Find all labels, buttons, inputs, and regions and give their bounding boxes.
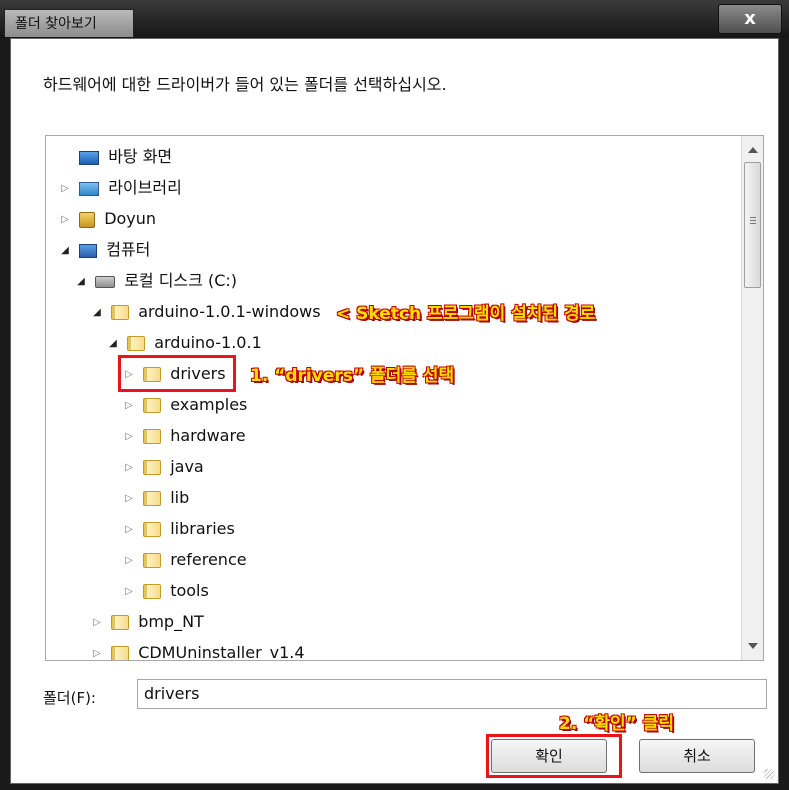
drivers-highlight-box <box>118 355 236 392</box>
tree-item-label: lib <box>170 488 190 507</box>
step1-annotation: 1. “drivers” 폴더를 선택 <box>250 366 455 386</box>
folder-field-label: 폴더(F): <box>43 689 96 707</box>
collapse-arrow-icon[interactable]: ◢ <box>90 298 104 328</box>
folder-input[interactable]: drivers <box>137 679 767 709</box>
expand-arrow-icon[interactable]: ▷ <box>90 639 104 661</box>
expand-arrow-icon[interactable]: ▷ <box>90 608 104 638</box>
dialog-body: 하드웨어에 대한 드라이버가 들어 있는 폴더를 선택하십시오. 바탕 화면 ▷… <box>10 38 779 784</box>
tree-item-label: arduino-1.0.1 <box>154 333 262 352</box>
tree-item-reference[interactable]: ▷ reference <box>122 545 247 576</box>
tree-item-label: Doyun <box>104 209 157 228</box>
tree-item-libraries-root[interactable]: ▷ 라이브러리 <box>58 173 182 203</box>
tree-item-label: reference <box>170 550 247 569</box>
folder-icon <box>111 615 130 630</box>
scroll-up-icon[interactable] <box>748 147 758 153</box>
tree-item-lib[interactable]: ▷ lib <box>122 483 189 513</box>
library-icon <box>79 181 100 196</box>
folder-icon <box>143 460 162 475</box>
tree-item-label: 로컬 디스크 (C:) <box>124 271 238 290</box>
disk-icon <box>95 275 116 288</box>
collapse-arrow-icon[interactable]: ◢ <box>58 236 72 266</box>
expand-arrow-icon[interactable]: ▷ <box>122 546 136 576</box>
expand-arrow-icon[interactable]: ▷ <box>58 205 72 235</box>
folder-icon <box>143 429 162 444</box>
folder-icon <box>111 646 130 660</box>
tree-item-label: arduino-1.0.1-windows <box>138 302 321 321</box>
tree-item-cdm-uninstaller[interactable]: ▷ CDMUninstaller_v1.4 <box>90 638 305 661</box>
tree-item-examples[interactable]: ▷ examples <box>122 390 247 420</box>
sketch-path-annotation: < Sketch 프로그램이 설치된 경로 <box>336 304 596 324</box>
cancel-button[interactable]: 취소 <box>639 739 755 773</box>
tree-item-arduino[interactable]: ◢ arduino-1.0.1 <box>106 328 262 358</box>
tree-item-tools[interactable]: ▷ tools <box>122 576 209 606</box>
scroll-down-icon[interactable] <box>748 643 758 649</box>
collapse-arrow-icon[interactable]: ◢ <box>106 329 120 359</box>
ok-highlight-box <box>486 734 622 778</box>
tree-item-label: tools <box>170 581 209 600</box>
tree-item-arduino-windows[interactable]: ◢ arduino-1.0.1-windows <box>90 297 321 328</box>
expand-arrow-icon[interactable]: ▷ <box>122 391 136 421</box>
tree-item-java[interactable]: ▷ java <box>122 452 204 482</box>
tree-item-desktop[interactable]: 바탕 화면 <box>58 142 172 172</box>
expand-arrow-icon[interactable]: ▷ <box>122 453 136 483</box>
tree-item-label: java <box>170 457 204 476</box>
folder-icon <box>143 522 162 537</box>
tree-item-label: libraries <box>170 519 235 538</box>
instruction-text: 하드웨어에 대한 드라이버가 들어 있는 폴더를 선택하십시오. <box>43 75 447 94</box>
folder-icon <box>143 398 162 413</box>
tree-item-label: 바탕 화면 <box>108 147 173 166</box>
tree-item-hardware[interactable]: ▷ hardware <box>122 421 246 452</box>
tree-item-computer[interactable]: ◢ 컴퓨터 <box>58 235 150 265</box>
expand-arrow-icon[interactable]: ▷ <box>122 484 136 514</box>
tree-item-label: 라이브러리 <box>108 178 182 197</box>
title-bar: 폴더 찾아보기 x <box>0 0 789 38</box>
folder-browse-dialog: 폴더 찾아보기 x 하드웨어에 대한 드라이버가 들어 있는 폴더를 선택하십시… <box>0 0 789 790</box>
expand-arrow-icon[interactable]: ▷ <box>122 515 136 545</box>
tree-item-label: examples <box>170 395 248 414</box>
tree-item-local-disk[interactable]: ◢ 로컬 디스크 (C:) <box>74 266 237 296</box>
tree-item-label: CDMUninstaller_v1.4 <box>138 643 305 661</box>
folder-icon <box>111 305 130 320</box>
tree-item-label: 컴퓨터 <box>106 240 151 259</box>
step2-annotation: 2. “확인” 클릭 <box>559 714 675 734</box>
folder-icon <box>127 336 146 351</box>
collapse-arrow-icon[interactable]: ◢ <box>74 267 88 297</box>
computer-icon <box>79 243 98 258</box>
tree-item-label: hardware <box>170 426 246 445</box>
folder-icon <box>143 553 162 568</box>
folder-icon <box>143 584 162 599</box>
user-folder-icon <box>79 211 96 228</box>
expand-arrow-icon[interactable]: ▷ <box>122 577 136 607</box>
desktop-icon <box>79 150 100 165</box>
folder-tree[interactable]: 바탕 화면 ▷ 라이브러리 ▷ Doyun ◢ 컴퓨터 ◢ 로컬 디스크 (C:… <box>45 135 764 661</box>
close-button[interactable]: x <box>718 4 782 34</box>
tree-item-libraries[interactable]: ▷ libraries <box>122 514 235 544</box>
scroll-thumb[interactable] <box>744 162 761 288</box>
resize-grip-icon[interactable] <box>764 769 774 779</box>
folder-icon <box>143 491 162 506</box>
window-title: 폴더 찾아보기 <box>4 9 134 37</box>
tree-item-bmp-nt[interactable]: ▷ bmp_NT <box>90 607 204 637</box>
tree-item-doyun[interactable]: ▷ Doyun <box>58 204 156 234</box>
tree-vertical-scrollbar[interactable] <box>741 136 763 660</box>
tree-item-label: bmp_NT <box>138 612 204 631</box>
expand-arrow-icon[interactable]: ▷ <box>122 422 136 452</box>
expand-arrow-icon[interactable]: ▷ <box>58 174 72 204</box>
grip-icon <box>750 217 756 218</box>
